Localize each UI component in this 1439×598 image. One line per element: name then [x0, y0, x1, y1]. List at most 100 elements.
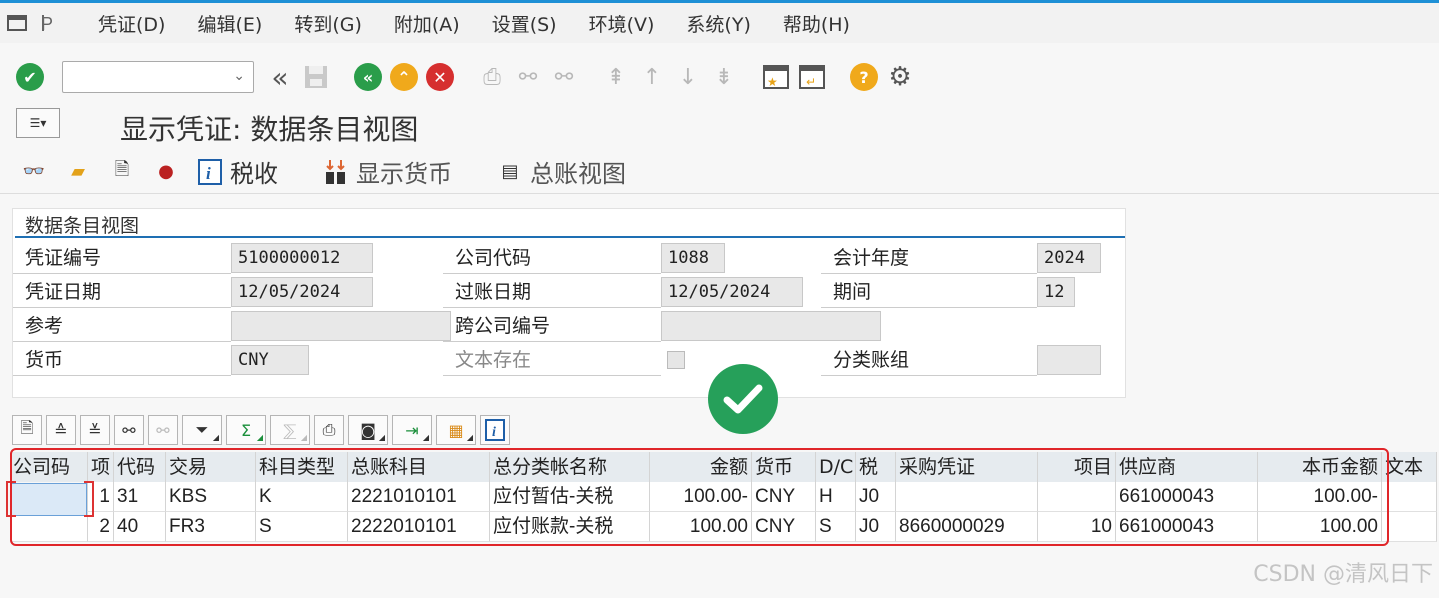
tax-label[interactable]: 税收: [230, 154, 278, 189]
col-text[interactable]: 文本: [1382, 452, 1437, 482]
enter-button[interactable]: ✔: [14, 61, 46, 93]
menu-help[interactable]: 帮助(H): [767, 10, 866, 37]
cancel-button[interactable]: ✕: [424, 61, 456, 93]
grid-print-button[interactable]: ⎙: [314, 415, 344, 445]
sap-logo-icon[interactable]: P: [34, 3, 68, 43]
dropdown-icon: ◢: [256, 433, 263, 442]
next-page-icon: ↓: [678, 64, 698, 90]
back-button[interactable]: «: [352, 61, 384, 93]
print-icon: ⎙: [483, 64, 501, 90]
menu-settings[interactable]: 设置(S): [476, 10, 573, 37]
sum-icon: Σ: [240, 420, 252, 440]
menu-extras[interactable]: 附加(A): [378, 10, 476, 37]
display-change-button[interactable]: 👓: [18, 156, 50, 188]
company-code-field[interactable]: 1088: [661, 243, 725, 273]
exit-icon: ⌃: [390, 63, 418, 91]
grid-sort-asc-button[interactable]: ≙: [46, 415, 76, 445]
show-currency-label[interactable]: 显示货币: [356, 154, 452, 189]
posting-date-field[interactable]: 12/05/2024: [661, 277, 803, 307]
grid-sort-desc-button[interactable]: ≚: [80, 415, 110, 445]
watermark: CSDN @清风日下: [1253, 562, 1433, 587]
other-document-button[interactable]: ▰: [62, 156, 94, 188]
last-page-button[interactable]: ⇟: [708, 61, 740, 93]
grid-export-button[interactable]: ⇥ ◢: [392, 415, 432, 445]
doc-date-field[interactable]: 12/05/2024: [231, 277, 373, 307]
menu-environment[interactable]: 环境(V): [573, 10, 671, 37]
data-entry-header-panel: 数据条目视图 凭证编号 5100000012 公司代码 1088 会计年度 20…: [12, 208, 1126, 398]
save-button[interactable]: [300, 61, 332, 93]
window-star-icon: ★: [763, 65, 789, 89]
fast-entry-button[interactable]: ●: [150, 156, 182, 188]
grid-total-button[interactable]: Σ ◢: [226, 415, 266, 445]
next-page-button[interactable]: ↓: [672, 61, 704, 93]
help-button[interactable]: ?: [848, 61, 880, 93]
layout-settings-button[interactable]: ⚙: [884, 61, 916, 93]
grid-layout-button[interactable]: ▦ ◢: [436, 415, 476, 445]
reference-label: 参考: [13, 311, 231, 342]
period-label: 期间: [821, 277, 1037, 308]
binoculars-icon: ⚯: [518, 64, 538, 90]
new-session-button[interactable]: ★: [760, 61, 792, 93]
find-button[interactable]: ⚯: [512, 61, 544, 93]
menu-edit[interactable]: 编辑(E): [181, 10, 278, 37]
grid-subtotal-button[interactable]: ⅀ ◢: [270, 415, 310, 445]
first-page-button[interactable]: ⇞: [600, 61, 632, 93]
document-overview-button[interactable]: 🗎: [106, 156, 138, 188]
text-exists-checkbox[interactable]: [667, 351, 685, 369]
fiscal-year-field[interactable]: 2024: [1037, 243, 1101, 273]
sort-descending-icon: ≚: [88, 420, 102, 440]
find-next-button[interactable]: ⚯: [548, 61, 580, 93]
cell-text[interactable]: [1382, 482, 1437, 512]
currency-field[interactable]: CNY: [231, 345, 309, 375]
shortcut-button[interactable]: ↵: [796, 61, 828, 93]
ledger-group-field[interactable]: [1037, 345, 1101, 375]
grid-info-button[interactable]: i: [480, 415, 510, 445]
page-title: 显示凭证: 数据条目视图: [120, 113, 419, 146]
svg-text:↵: ↵: [806, 75, 816, 89]
tax-button[interactable]: i: [194, 156, 226, 188]
grid-filter-button[interactable]: ⏷ ◢: [182, 415, 222, 445]
back-double-arrow-button[interactable]: «: [264, 61, 296, 94]
layout-icon: ▦: [448, 420, 464, 440]
highlight-frame: [10, 448, 1389, 546]
application-toolbar: 👓 ▰ 🗎 ● i 税收 显示货币 ▤ 总账视图: [0, 150, 1439, 194]
reference-field[interactable]: [231, 311, 451, 341]
grid-views-button[interactable]: ◙ ◢: [348, 415, 388, 445]
menu-document[interactable]: 凭证(D): [82, 10, 181, 37]
doc-number-field[interactable]: 5100000012: [231, 243, 373, 273]
cancel-icon: ✕: [426, 63, 454, 91]
grid-details-button[interactable]: 🗎: [12, 415, 42, 445]
menu-toggle-icon[interactable]: [0, 3, 34, 43]
menu-goto[interactable]: 转到(G): [278, 10, 378, 37]
grid-find-button[interactable]: ⚯: [114, 415, 144, 445]
chevron-down-icon[interactable]: ⌄: [233, 68, 245, 84]
export-icon: ⇥: [405, 420, 419, 440]
section-title: 数据条目视图: [25, 215, 140, 237]
cell-text[interactable]: [1382, 512, 1437, 542]
command-field[interactable]: ⌄: [62, 61, 254, 93]
text-exists-label: 文本存在: [443, 345, 661, 376]
period-field[interactable]: 12: [1037, 277, 1075, 307]
gl-view-label[interactable]: 总账视图: [530, 154, 626, 189]
binoculars-plus-icon: ⚯: [554, 64, 574, 90]
views-icon: ◙: [360, 420, 376, 440]
doc-search-icon: 🗎: [114, 158, 130, 180]
first-page-icon: ⇞: [606, 64, 626, 90]
print-button[interactable]: ⎙: [476, 61, 508, 93]
dropdown-icon: ◢: [466, 433, 473, 442]
exit-button[interactable]: ⌃: [388, 61, 420, 93]
dropdown-icon: ◢: [300, 433, 307, 442]
show-currency-button[interactable]: [320, 156, 352, 188]
filter-icon: ⏷: [195, 420, 209, 439]
prev-page-icon: ↑: [642, 64, 662, 90]
cross-cc-field[interactable]: [661, 311, 881, 341]
help-icon: ?: [850, 63, 878, 91]
gl-view-button[interactable]: ▤: [494, 156, 526, 188]
menu-system[interactable]: 系统(Y): [670, 10, 766, 37]
screen-menu-button[interactable]: ☰▾: [16, 108, 60, 138]
menu-bar: P 凭证(D) 编辑(E) 转到(G) 附加(A) 设置(S) 环境(V) 系统…: [0, 3, 1439, 43]
binoculars-plus-icon: ⚯: [156, 420, 170, 440]
prev-page-button[interactable]: ↑: [636, 61, 668, 93]
gear-icon: ⚙: [888, 62, 912, 92]
grid-find-next-button[interactable]: ⚯: [148, 415, 178, 445]
